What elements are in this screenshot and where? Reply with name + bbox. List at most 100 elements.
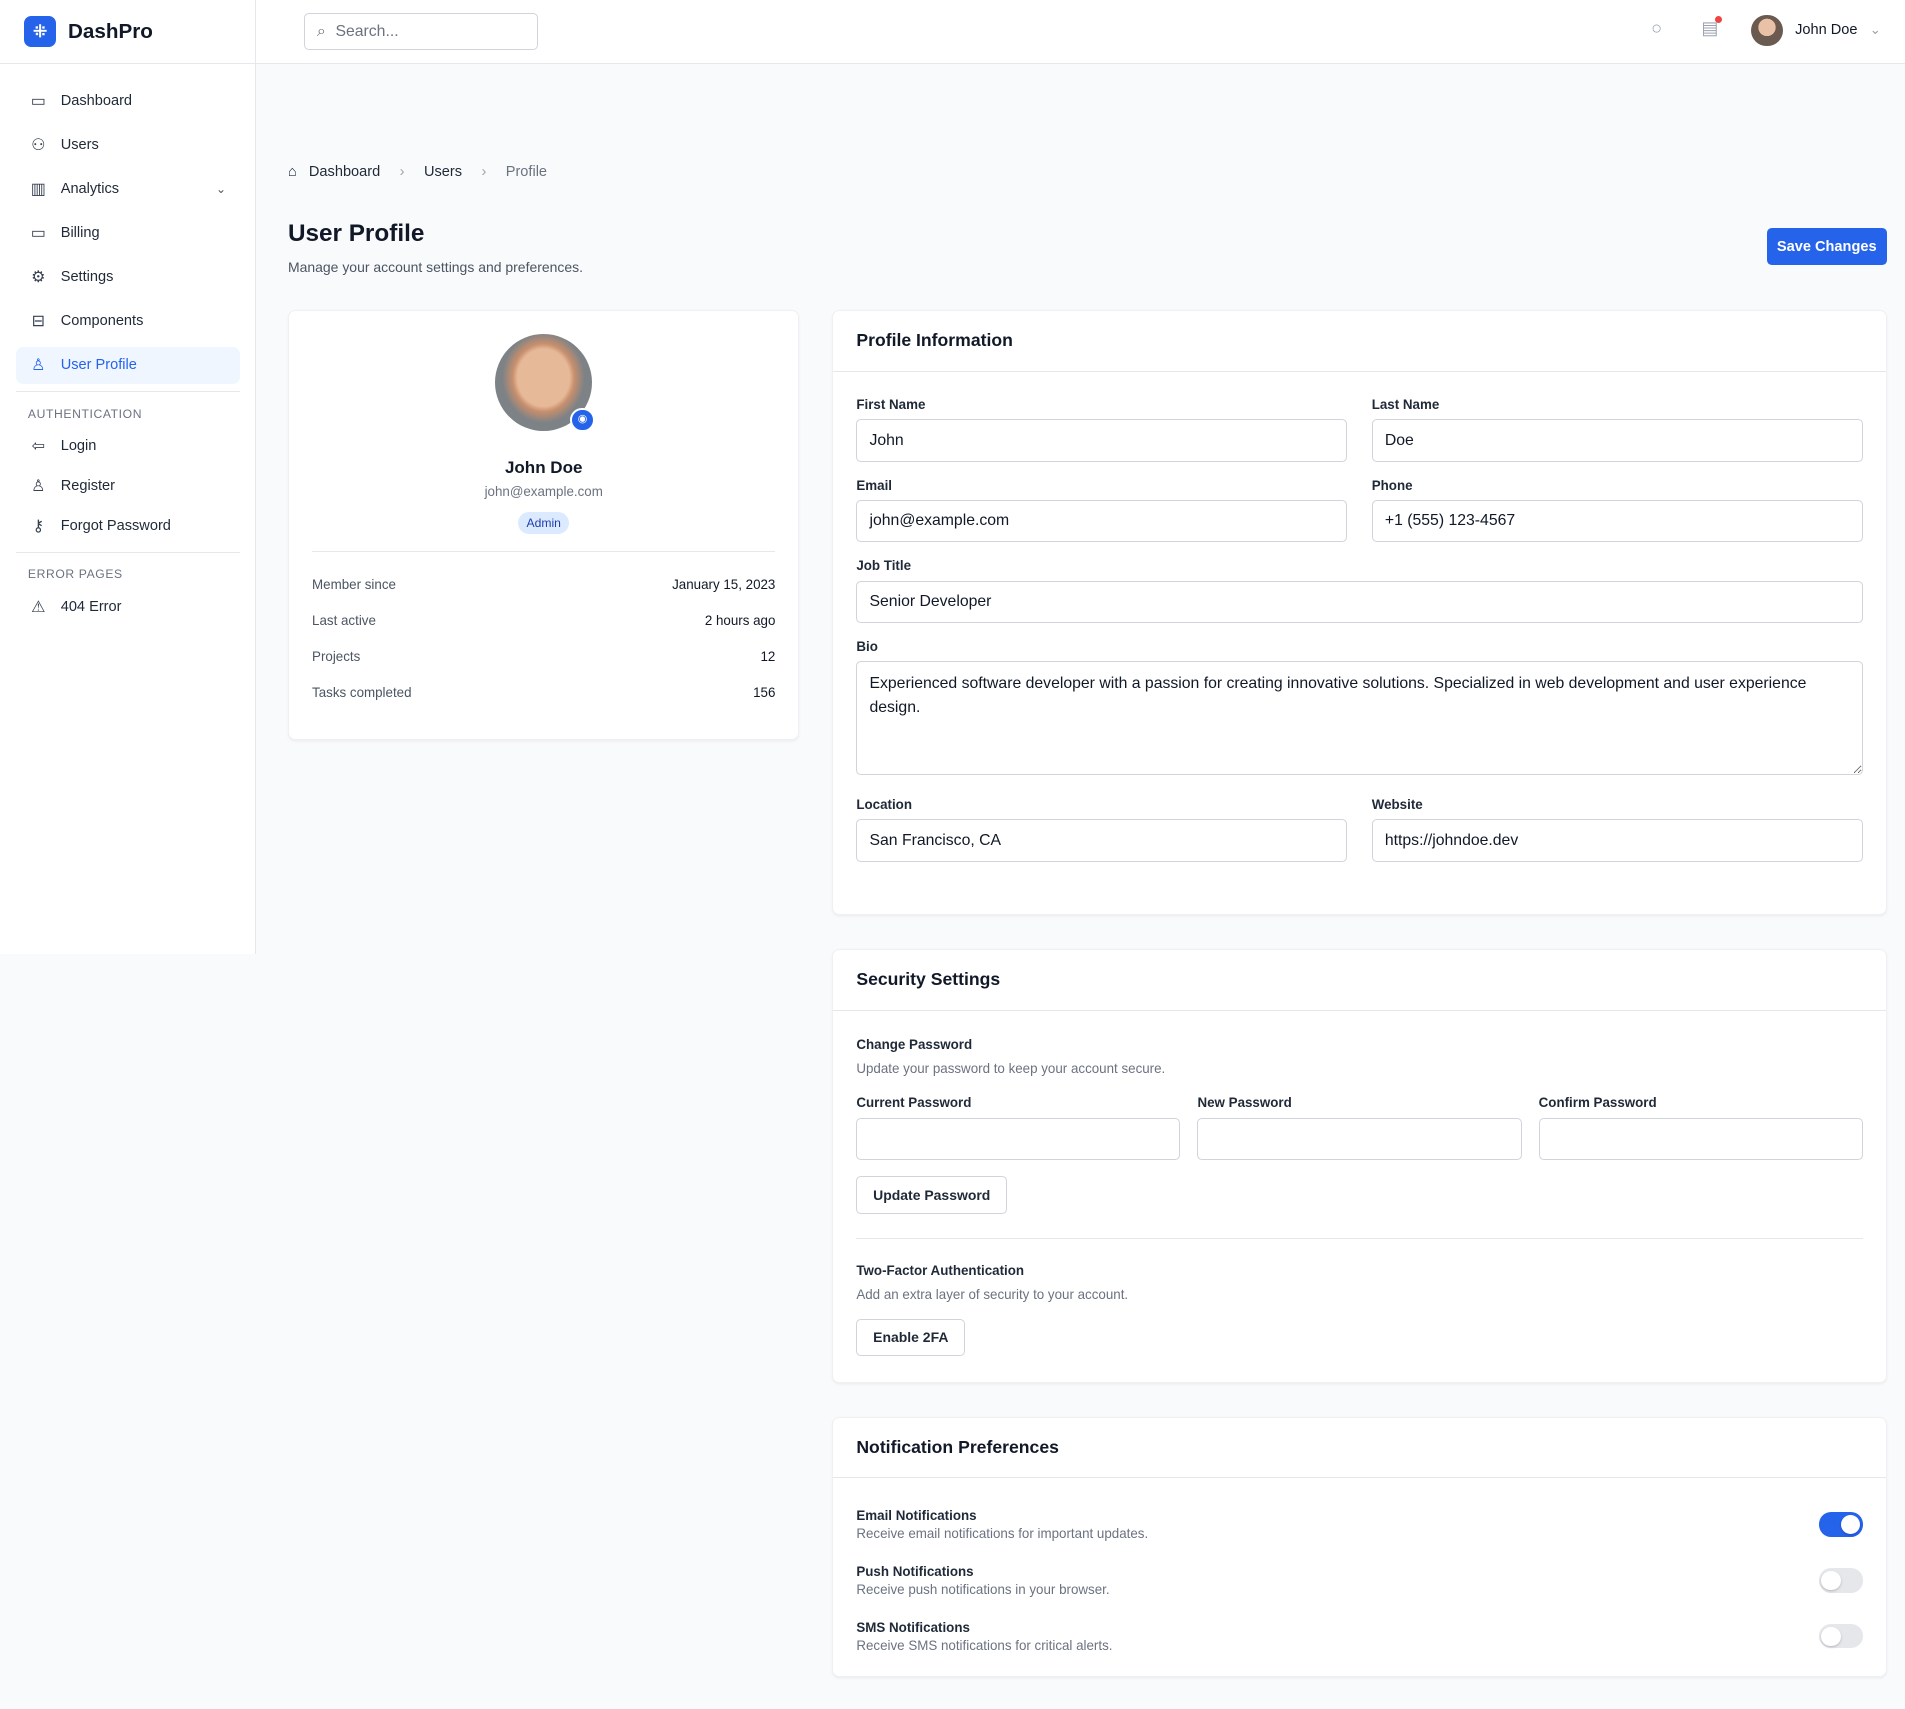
stat-label: Tasks completed xyxy=(312,684,412,700)
notification-preferences-card: Notification Preferences Email Notificat… xyxy=(832,1416,1887,1677)
bio-textarea[interactable]: Experienced software developer with a pa… xyxy=(856,661,1863,776)
sidebar-item-label: Users xyxy=(60,136,99,153)
chevron-right-icon: › xyxy=(399,164,405,181)
enable-2fa-button[interactable]: Enable 2FA xyxy=(856,1318,966,1357)
website-label: Website xyxy=(1371,797,1423,813)
sidebar-item-label: Components xyxy=(60,313,144,330)
notification-row-push: Push Notifications Receive push notificat… xyxy=(856,1553,1863,1609)
sidebar-item-label: Register xyxy=(60,478,116,495)
sidebar-item-label: Login xyxy=(60,438,97,455)
sidebar-item-forgot-password[interactable]: ⚷ Forgot Password xyxy=(16,508,240,544)
first-name-label: First Name xyxy=(856,397,926,413)
sidebar-item-label: Analytics xyxy=(60,180,120,197)
sidebar-item-register[interactable]: ♙ Register xyxy=(16,468,240,504)
email-notifications-toggle[interactable] xyxy=(1819,1512,1863,1537)
sidebar: ⁜ DashPro ▭ Dashboard ⚇ Users ▥ Analytics ⌄ … xyxy=(0,0,257,954)
search-input[interactable]: ⌕ Search... xyxy=(303,13,539,50)
first-name-input[interactable] xyxy=(856,419,1348,462)
sidebar-item-settings[interactable]: ⚙ Settings xyxy=(16,259,240,295)
phone-input[interactable] xyxy=(1371,499,1863,543)
notification-row-sms: SMS Notifications Receive SMS notificatio… xyxy=(856,1608,1863,1664)
stat-value: 156 xyxy=(753,684,776,700)
camera-icon[interactable]: ◉ xyxy=(570,407,595,433)
sidebar-item-404-error[interactable]: ⚠ 404 Error xyxy=(16,589,240,625)
logo[interactable]: ⁜ DashPro xyxy=(0,0,256,65)
page-subtitle: Manage your account settings and prefere… xyxy=(287,258,584,275)
notification-title: SMS Notifications xyxy=(856,1619,970,1635)
phone-label: Phone xyxy=(1371,477,1413,493)
notification-title: Push Notifications xyxy=(856,1563,974,1579)
bio-label: Bio xyxy=(856,638,878,654)
last-name-label: Last Name xyxy=(1371,397,1440,413)
update-password-button[interactable]: Update Password xyxy=(856,1175,1008,1214)
new-password-input[interactable] xyxy=(1197,1117,1522,1161)
sidebar-item-label: Dashboard xyxy=(60,92,133,109)
sidebar-item-billing[interactable]: ▭ Billing xyxy=(16,215,240,251)
new-password-label: New Password xyxy=(1197,1095,1292,1111)
stat-row: Tasks completed 156 xyxy=(312,674,775,710)
theme-toggle-icon[interactable]: ○ xyxy=(1644,18,1668,42)
sidebar-item-label: User Profile xyxy=(60,357,137,374)
stat-row: Projects 12 xyxy=(312,638,775,674)
current-password-input[interactable] xyxy=(856,1117,1181,1161)
last-name-input[interactable] xyxy=(1371,419,1863,462)
stat-label: Projects xyxy=(312,648,361,664)
sidebar-item-label: Billing xyxy=(60,225,100,242)
section-heading-error-pages: ERROR PAGES xyxy=(27,567,123,582)
sms-notifications-toggle[interactable] xyxy=(1819,1624,1863,1649)
notification-description: Receive SMS notifications for critical a… xyxy=(856,1638,1113,1654)
login-icon: ⇦ xyxy=(31,438,45,456)
user-plus-icon: ♙ xyxy=(31,478,46,496)
sidebar-item-user-profile[interactable]: ♙ User Profile xyxy=(15,347,240,384)
profile-email: john@example.com xyxy=(484,483,603,499)
save-changes-button[interactable]: Save Changes xyxy=(1766,228,1887,265)
email-label: Email xyxy=(856,477,892,493)
notification-dot xyxy=(1714,15,1723,24)
divider xyxy=(15,391,240,392)
current-password-label: Current Password xyxy=(856,1095,972,1111)
card-title: Security Settings xyxy=(833,950,1886,1011)
breadcrumb-users[interactable]: Users xyxy=(424,164,462,180)
change-password-heading: Change Password xyxy=(856,1037,973,1053)
card-title: Profile Information xyxy=(833,311,1886,372)
security-settings-card: Security Settings Change Password Update… xyxy=(832,948,1887,1383)
users-icon: ⚇ xyxy=(31,136,46,154)
stat-row: Last active 2 hours ago xyxy=(312,602,775,638)
sidebar-item-dashboard[interactable]: ▭ Dashboard xyxy=(16,83,240,119)
credit-card-icon: ▭ xyxy=(30,225,46,243)
stat-label: Last active xyxy=(312,612,376,628)
breadcrumb-dashboard[interactable]: Dashboard xyxy=(309,164,380,180)
role-badge: Admin xyxy=(517,512,570,534)
notification-description: Receive email notifications for importan… xyxy=(856,1526,1149,1542)
app-name: DashPro xyxy=(68,19,153,43)
email-input[interactable] xyxy=(856,499,1348,543)
sidebar-item-login[interactable]: ⇦ Login xyxy=(16,428,240,464)
avatar[interactable] xyxy=(1751,14,1783,47)
sidebar-item-analytics[interactable]: ▥ Analytics ⌄ xyxy=(16,171,240,207)
notifications-icon[interactable]: ▤ xyxy=(1698,15,1723,42)
confirm-password-input[interactable] xyxy=(1538,1117,1863,1161)
chevron-down-icon[interactable]: ⌄ xyxy=(1870,22,1881,38)
location-input[interactable] xyxy=(856,819,1348,862)
chevron-right-icon: › xyxy=(481,164,487,181)
profile-card: ◉ John Doe john@example.com Admin Member… xyxy=(287,309,800,740)
website-input[interactable] xyxy=(1371,819,1863,862)
topbar: ⌕ Search... ○ ▤ John Doe ⌄ xyxy=(256,0,1905,65)
location-label: Location xyxy=(856,797,913,813)
gear-icon: ⚙ xyxy=(31,269,46,287)
sidebar-item-components[interactable]: ⊟ Components xyxy=(16,303,240,339)
sidebar-item-label: 404 Error xyxy=(60,598,122,615)
user-menu-name[interactable]: John Doe xyxy=(1795,22,1857,38)
sidebar-item-label: Forgot Password xyxy=(60,518,171,535)
divider xyxy=(15,551,240,553)
notification-title: Email Notifications xyxy=(856,1507,977,1523)
stat-value: 12 xyxy=(760,648,776,664)
push-notifications-toggle[interactable] xyxy=(1819,1568,1863,1593)
warning-icon: ⚠ xyxy=(31,598,46,616)
breadcrumb: ⌂ Dashboard › Users › Profile xyxy=(288,164,547,180)
sidebar-item-users[interactable]: ⚇ Users xyxy=(16,127,240,163)
profile-information-card: Profile Information First Name Last Name… xyxy=(832,309,1887,915)
job-title-input[interactable] xyxy=(856,580,1863,624)
bar-chart-icon: ▥ xyxy=(30,180,46,198)
home-icon: ⌂ xyxy=(287,164,297,181)
